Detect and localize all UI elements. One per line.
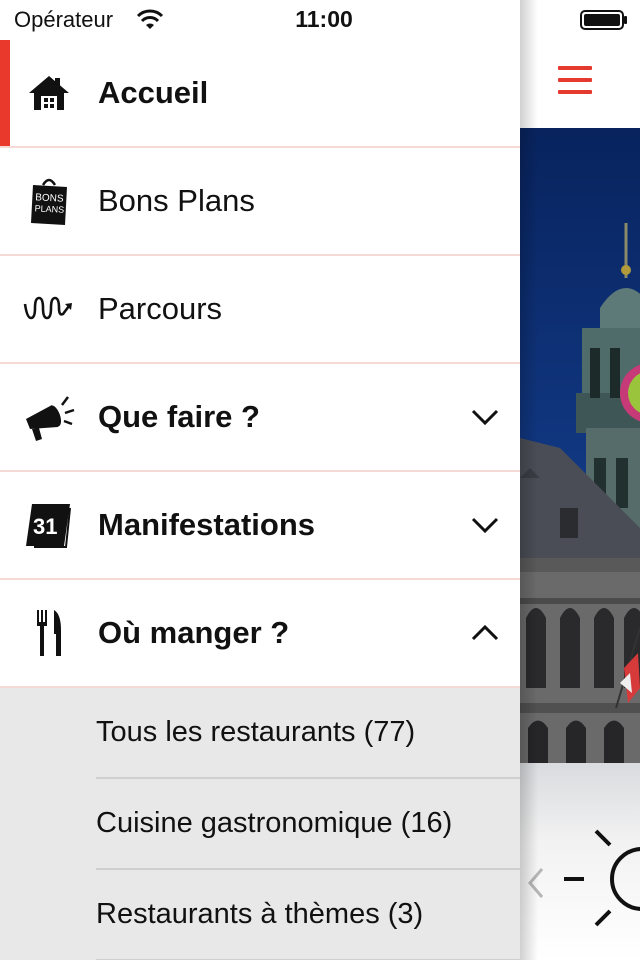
bons-plans-bag-icon: BONS PLANS [22,174,76,228]
hamburger-menu-icon[interactable] [558,66,592,96]
sub-item-tous-les-restaurants[interactable]: Tous les restaurants (77) [96,688,520,779]
background-app-panel [520,0,640,960]
sub-item-label: Cuisine gastronomique (16) [96,807,453,839]
chevron-down-icon[interactable] [470,407,500,427]
svg-text:PLANS: PLANS [34,203,64,215]
svg-text:31: 31 [33,514,57,539]
status-bar: Opérateur 11:00 [0,0,640,40]
sub-item-cuisine-gastronomique[interactable]: Cuisine gastronomique (16) [96,779,520,870]
side-menu-drawer: Accueil BONS PLANS Bons Plans Parcours Q… [0,40,520,960]
menu-label-parcours: Parcours [98,291,223,326]
cutlery-icon [22,606,76,660]
sub-item-label: Restaurants à thèmes (3) [96,898,424,930]
route-path-icon [22,282,76,336]
menu-item-ou-manger[interactable]: Où manger ? [0,580,520,688]
sun-icon [564,829,640,927]
menu-item-bons-plans[interactable]: BONS PLANS Bons Plans [0,148,520,256]
home-icon [22,66,76,120]
menu-item-accueil[interactable]: Accueil [0,40,520,148]
chevron-up-icon[interactable] [470,623,500,643]
menu-label-bons-plans: Bons Plans [98,183,255,218]
menu-label-que-faire: Que faire ? [98,399,260,434]
megaphone-icon [22,390,76,444]
menu-label-accueil: Accueil [98,75,209,110]
sub-menu-ou-manger: Tous les restaurants (77) Cuisine gastro… [0,688,520,960]
sub-item-label: Tous les restaurants (77) [96,716,416,748]
menu-item-parcours[interactable]: Parcours [0,256,520,364]
clock: 11:00 [295,6,353,32]
weather-widget [520,763,640,960]
sub-item-restaurants-a-themes[interactable]: Restaurants à thèmes (3) [96,870,520,960]
hero-photo-belfry [520,128,640,763]
drawer-shadow [520,0,538,960]
chevron-down-icon[interactable] [470,515,500,535]
calendar-icon: 31 [22,498,76,552]
menu-label-ou-manger: Où manger ? [98,615,290,650]
menu-item-manifestations[interactable]: 31 Manifestations [0,472,520,580]
menu-item-que-faire[interactable]: Que faire ? [0,364,520,472]
menu-label-manifestations: Manifestations [98,507,316,542]
battery-icon [580,10,627,30]
